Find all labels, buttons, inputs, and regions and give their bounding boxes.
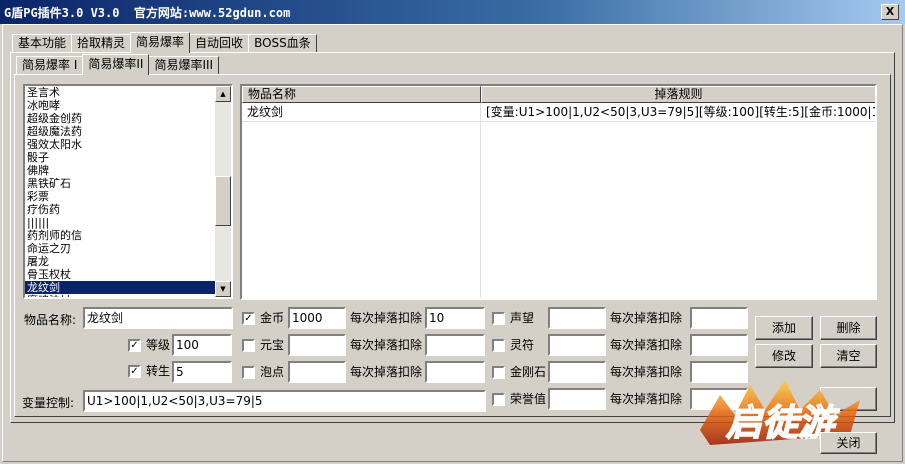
subtab-drop-2[interactable]: 简易爆率II: [82, 54, 150, 75]
item-name-input[interactable]: 龙纹剑: [83, 307, 233, 329]
list-item[interactable]: 超级魔法药: [25, 125, 215, 138]
deduct-amount-input[interactable]: [690, 334, 748, 356]
scroll-thumb[interactable]: [215, 176, 231, 226]
cell-drop-rule: [变量:U1>100|1,U2<50|3,U3=79|5][等级:100][转生…: [486, 105, 875, 119]
level-checkbox[interactable]: ✓: [128, 339, 141, 352]
title-bar: G盾PG插件3.0 V3.0 官方网站:www.52gdun.com X: [0, 0, 905, 24]
rebirth-input[interactable]: 5: [172, 361, 232, 383]
list-item[interactable]: 骰子: [25, 151, 215, 164]
main-tab-row: 基本功能 拾取精灵 简易爆率 自动回收 BOSS血条: [12, 32, 317, 53]
list-item[interactable]: 骨玉权杖: [25, 268, 215, 281]
sub-tab-row: 简易爆率 I 简易爆率II 简易爆率III: [16, 54, 220, 75]
table-header: 物品名称 掉落规则: [242, 86, 875, 103]
item-list: 圣言术 冰咆哮 超级金创药 超级魔法药 强效太阳水 骰子 佛牌 黑铁矿石 彩票 疗伤药 ||||||…: [25, 86, 215, 297]
var-control-input[interactable]: U1>100|1,U2<50|3,U3=79|5: [83, 390, 486, 412]
deduct-label: 每次掉落扣除: [350, 365, 423, 379]
rebirth-checkbox[interactable]: ✓: [128, 365, 141, 378]
currency-amount-input[interactable]: [548, 388, 606, 410]
checkmark-icon: ✓: [130, 366, 139, 377]
tab-drop-rate[interactable]: 简易爆率: [130, 32, 191, 53]
delete-button[interactable]: 删除: [820, 316, 877, 340]
currency-checkbox[interactable]: [242, 366, 255, 379]
subtab-drop-1[interactable]: 简易爆率 I: [16, 56, 84, 75]
level-input[interactable]: 100: [172, 334, 232, 356]
rebirth-label: 转生: [146, 364, 171, 378]
item-listbox[interactable]: 圣言术 冰咆哮 超级金创药 超级魔法药 强效太阳水 骰子 佛牌 黑铁矿石 彩票 疗伤药 ||||||…: [23, 84, 233, 299]
list-item[interactable]: 强效太阳水: [25, 138, 215, 151]
list-item[interactable]: 超级金创药: [25, 112, 215, 125]
currency-checkbox[interactable]: [492, 312, 505, 325]
currency-amount-input[interactable]: [288, 334, 346, 356]
list-item[interactable]: 龙纹剑: [25, 281, 215, 294]
deduct-amount-input[interactable]: [425, 361, 485, 383]
var-control-label: 变量控制:: [22, 396, 75, 410]
listbox-scrollbar[interactable]: ▲ ▼: [215, 86, 231, 297]
currency-checkbox[interactable]: [492, 339, 505, 352]
currency-label: 灵符: [510, 338, 535, 352]
list-item[interactable]: 佛牌: [25, 164, 215, 177]
list-item[interactable]: 冰咆哮: [25, 99, 215, 112]
list-item[interactable]: 屠龙: [25, 255, 215, 268]
deduct-label: 每次掉落扣除: [610, 392, 683, 406]
list-item[interactable]: 黑铁矿石: [25, 177, 215, 190]
deduct-label: 每次掉落扣除: [610, 365, 683, 379]
checkmark-icon: ✓: [130, 340, 139, 351]
add-button[interactable]: 添加: [755, 316, 813, 340]
scroll-up-arrow-icon[interactable]: ▲: [215, 86, 231, 102]
list-item[interactable]: 疗伤药: [25, 203, 215, 216]
deduct-label: 每次掉落扣除: [350, 311, 423, 325]
currency-label: 元宝: [260, 338, 285, 352]
tab-pickup[interactable]: 拾取精灵: [71, 34, 132, 53]
deduct-label: 每次掉落扣除: [610, 311, 683, 325]
grid-line: [242, 121, 875, 122]
cell-item-name: 龙纹剑: [247, 105, 284, 119]
tab-basic[interactable]: 基本功能: [12, 34, 73, 53]
deduct-amount-input[interactable]: [425, 334, 485, 356]
window-title: G盾PG插件3.0 V3.0 官方网站:www.52gdun.com: [4, 6, 291, 20]
window-close-button[interactable]: X: [881, 4, 899, 20]
list-item[interactable]: 药剂师的信: [25, 229, 215, 242]
currency-amount-input[interactable]: [548, 307, 606, 329]
currency-amount-input[interactable]: [548, 334, 606, 356]
currency-amount-input[interactable]: 1000: [288, 307, 346, 329]
checkmark-icon: ✓: [244, 313, 253, 324]
close-button[interactable]: 关闭: [820, 432, 877, 454]
currency-checkbox[interactable]: [242, 339, 255, 352]
subtab-drop-3[interactable]: 简易爆率III: [148, 56, 220, 75]
deduct-amount-input[interactable]: 10: [425, 307, 485, 329]
currency-checkbox[interactable]: [492, 366, 505, 379]
tab-boss-hp[interactable]: BOSS血条: [248, 34, 317, 53]
list-item[interactable]: ||||||: [25, 216, 215, 229]
currency-label: 金币: [260, 311, 285, 325]
list-item[interactable]: 命运之刃: [25, 242, 215, 255]
currency-amount-input[interactable]: [288, 361, 346, 383]
deduct-label: 每次掉落扣除: [610, 338, 683, 352]
list-item[interactable]: 彩票: [25, 190, 215, 203]
col-drop-rule[interactable]: 掉落规则: [481, 86, 875, 103]
grid-divider: [480, 103, 481, 298]
col-item-name[interactable]: 物品名称: [242, 86, 481, 103]
scroll-down-arrow-icon[interactable]: ▼: [215, 281, 231, 297]
table-row[interactable]: 龙纹剑 [变量:U1>100|1,U2<50|3,U3=79|5][等级:100…: [242, 104, 875, 121]
currency-checkbox[interactable]: ✓: [242, 312, 255, 325]
list-item[interactable]: 魔魂法杖: [25, 294, 215, 297]
deduct-amount-input[interactable]: [690, 307, 748, 329]
currency-checkbox[interactable]: [492, 393, 505, 406]
list-item[interactable]: 圣言术: [25, 86, 215, 99]
drop-rules-table[interactable]: 物品名称 掉落规则 龙纹剑 [变量:U1>100|1,U2<50|3,U3=79…: [240, 84, 877, 300]
deduct-label: 每次掉落扣除: [350, 338, 423, 352]
item-name-label: 物品名称:: [24, 313, 77, 327]
currency-label: 声望: [510, 311, 535, 325]
modify-button[interactable]: 修改: [755, 344, 813, 368]
currency-label: 泡点: [260, 365, 285, 379]
currency-label: 金刚石: [510, 365, 547, 379]
currency-amount-input[interactable]: [548, 361, 606, 383]
level-label: 等级: [146, 338, 171, 352]
currency-label: 荣誉值: [510, 392, 547, 406]
clear-button[interactable]: 清空: [820, 344, 877, 368]
tab-auto-recycle[interactable]: 自动回收: [189, 34, 250, 53]
